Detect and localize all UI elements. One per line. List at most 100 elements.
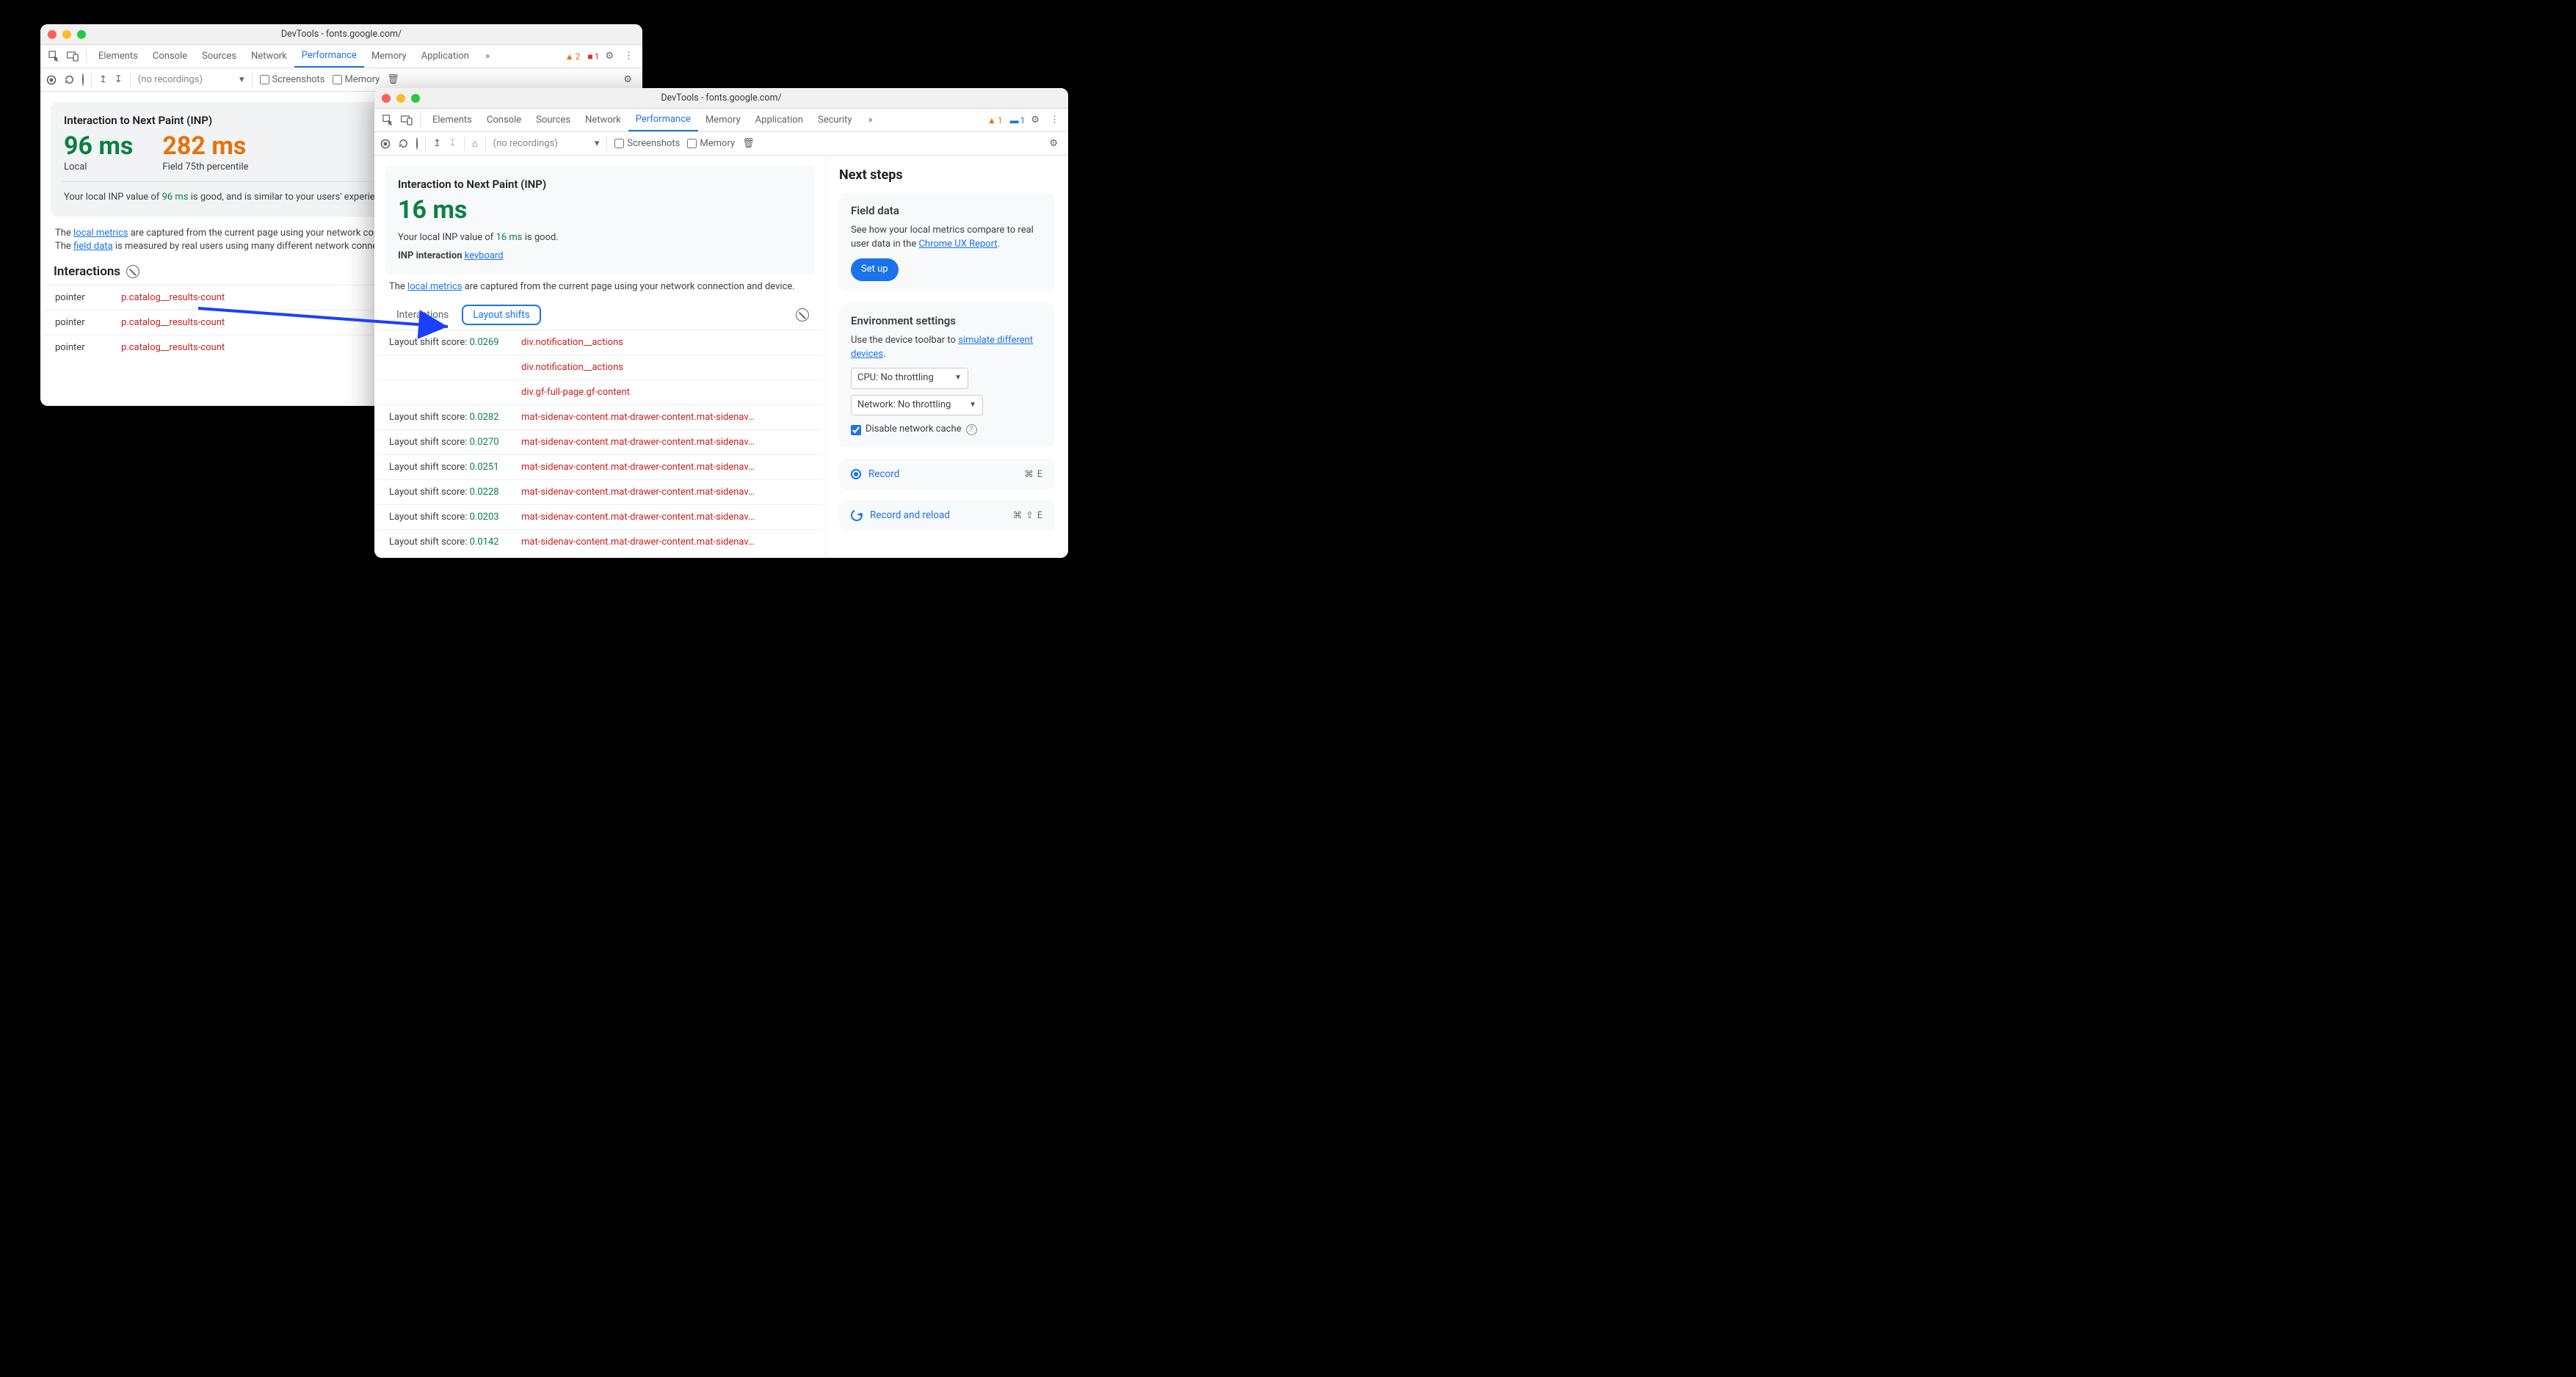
tab-sources[interactable]: Sources: [529, 109, 578, 131]
warning-badge[interactable]: ▲ 1: [987, 115, 1003, 126]
download-icon[interactable]: ↧: [115, 74, 123, 85]
layout-shift-row[interactable]: Layout shift score: 0.0282mat-sidenav-co…: [377, 404, 822, 429]
env-title: Environment settings: [851, 313, 1043, 330]
tab-console[interactable]: Console: [479, 109, 529, 131]
layout-shift-row[interactable]: Layout shift score: 0.0251mat-sidenav-co…: [377, 454, 822, 479]
tab-network[interactable]: Network: [578, 109, 628, 131]
inp-description: Your local INP value of 16 ms is good.: [398, 231, 802, 244]
screenshots-checkbox[interactable]: Screenshots: [614, 138, 680, 149]
download-icon[interactable]: ↧: [449, 138, 457, 149]
inp-interaction-link[interactable]: keyboard: [465, 250, 504, 261]
upload-icon[interactable]: ↥: [433, 138, 441, 149]
memory-checkbox[interactable]: Memory: [687, 138, 735, 149]
inspect-icon[interactable]: [379, 115, 396, 126]
clear-icon[interactable]: [82, 74, 84, 85]
settings-icon[interactable]: ⚙: [1026, 115, 1044, 126]
layout-shift-row[interactable]: Layout shift score: 0.0270mat-sidenav-co…: [377, 429, 822, 454]
record-icon[interactable]: [380, 139, 391, 149]
error-badge[interactable]: ■ 1: [587, 51, 599, 62]
setup-button[interactable]: Set up: [851, 258, 899, 281]
home-icon[interactable]: ⌂: [472, 138, 478, 150]
traffic-lights: [40, 30, 86, 39]
minimize-icon[interactable]: [62, 30, 71, 39]
reload-icon[interactable]: [398, 138, 409, 149]
settings-icon[interactable]: ⚙: [601, 51, 618, 62]
tab-application[interactable]: Application: [748, 109, 810, 131]
clear-icon[interactable]: [796, 308, 809, 321]
field-data-title: Field data: [851, 203, 1043, 219]
more-icon[interactable]: ⋮: [620, 51, 638, 62]
inspect-icon[interactable]: [45, 51, 62, 62]
inp-heading: Interaction to Next Paint (INP): [398, 178, 802, 191]
minimize-icon[interactable]: [396, 94, 405, 103]
close-icon[interactable]: [382, 94, 391, 103]
clear-icon[interactable]: [416, 138, 418, 149]
warning-badge[interactable]: ▲ 2: [565, 51, 581, 62]
field-data-link[interactable]: field data: [73, 241, 113, 252]
tab-sources[interactable]: Sources: [195, 45, 244, 68]
recording-select[interactable]: (no recordings) ▾: [138, 74, 244, 85]
cpu-throttle-select[interactable]: CPU: No throttling▼: [851, 368, 968, 389]
tab-memory[interactable]: Memory: [698, 109, 748, 131]
perf-left-column: Interaction to Next Paint (INP) 16 ms Yo…: [374, 156, 826, 558]
tab-network[interactable]: Network: [244, 45, 294, 68]
layout-shift-row[interactable]: Layout shift score: 0.0269div.notificati…: [377, 330, 822, 355]
upload-icon[interactable]: ↥: [99, 74, 107, 85]
clear-interactions-icon[interactable]: [126, 265, 139, 278]
tab-performance[interactable]: Performance: [294, 45, 364, 68]
tab-elements[interactable]: Elements: [91, 45, 145, 68]
layout-shift-row[interactable]: Layout shift score: 0.0203mat-sidenav-co…: [377, 504, 822, 529]
layout-shift-row[interactable]: Layout shift score: 0.0228mat-sidenav-co…: [377, 479, 822, 504]
local-metrics-link[interactable]: local metrics: [73, 228, 128, 239]
network-throttle-select[interactable]: Network: No throttling▼: [851, 395, 983, 416]
devtools-window-2: DevTools - fonts.google.com/ ElementsCon…: [374, 88, 1068, 558]
recording-select[interactable]: (no recordings) ▾: [493, 138, 600, 149]
tab-console[interactable]: Console: [145, 45, 195, 68]
env-settings-card: Environment settings Use the device tool…: [839, 303, 1055, 447]
tab-memory[interactable]: Memory: [364, 45, 414, 68]
close-icon[interactable]: [48, 30, 57, 39]
layout-shift-row[interactable]: div.notification__actions: [377, 355, 822, 379]
record-action[interactable]: Record ⌘ E: [839, 459, 1055, 490]
tab-security[interactable]: Security: [810, 109, 860, 131]
gc-icon[interactable]: 🗑: [742, 138, 755, 149]
layout-shift-row[interactable]: Layout shift score: 0.0142mat-sidenav-co…: [377, 529, 822, 554]
inp-local-value: 96 ms: [64, 133, 133, 160]
gc-icon[interactable]: 🗑: [387, 74, 399, 85]
inp-card: Interaction to Next Paint (INP) 16 ms Yo…: [385, 166, 815, 275]
disable-cache-checkbox[interactable]: [851, 425, 861, 435]
inp-local-label: Local: [64, 161, 133, 172]
inp-field-label: Field 75th percentile: [162, 161, 248, 172]
help-icon[interactable]: ?: [966, 424, 977, 435]
tab-elements[interactable]: Elements: [425, 109, 479, 131]
device-icon[interactable]: [64, 51, 81, 62]
reload-icon[interactable]: [64, 74, 75, 85]
subtab-interactions[interactable]: Interactions: [386, 305, 459, 324]
info-badge[interactable]: ▬ 1: [1010, 115, 1026, 126]
overflow-tabs[interactable]: »: [861, 109, 880, 131]
window-title: DevTools - fonts.google.com/: [40, 29, 642, 40]
memory-checkbox[interactable]: Memory: [333, 74, 380, 85]
titlebar: DevTools - fonts.google.com/: [40, 24, 642, 45]
zoom-icon[interactable]: [411, 94, 420, 103]
panel-settings-icon[interactable]: ⚙: [619, 74, 636, 85]
record-icon[interactable]: [46, 75, 57, 85]
device-icon[interactable]: [398, 115, 416, 126]
devtools-tabstrip: ElementsConsoleSourcesNetworkPerformance…: [40, 45, 642, 68]
inp-interaction: INP interaction keyboard: [398, 250, 802, 263]
subtab-layout-shifts[interactable]: Layout shifts: [462, 305, 540, 325]
inp-field-value: 282 ms: [162, 133, 248, 160]
screenshots-checkbox[interactable]: Screenshots: [260, 74, 325, 85]
panel-settings-icon[interactable]: ⚙: [1045, 138, 1062, 149]
next-steps-panel: Next steps Field data See how your local…: [826, 156, 1068, 558]
crux-link[interactable]: Chrome UX Report: [918, 239, 997, 250]
record-reload-action[interactable]: Record and reload ⌘ ⇧ E: [839, 500, 1055, 531]
overflow-tabs[interactable]: »: [478, 45, 497, 68]
tab-application[interactable]: Application: [414, 45, 476, 68]
more-icon[interactable]: ⋮: [1045, 115, 1064, 126]
record-shortcut: ⌘ E: [1024, 468, 1043, 480]
local-metrics-link[interactable]: local metrics: [407, 281, 462, 292]
zoom-icon[interactable]: [77, 30, 86, 39]
tab-performance[interactable]: Performance: [628, 109, 698, 131]
layout-shift-row[interactable]: div.gf-full-page.gf-content: [377, 379, 822, 404]
